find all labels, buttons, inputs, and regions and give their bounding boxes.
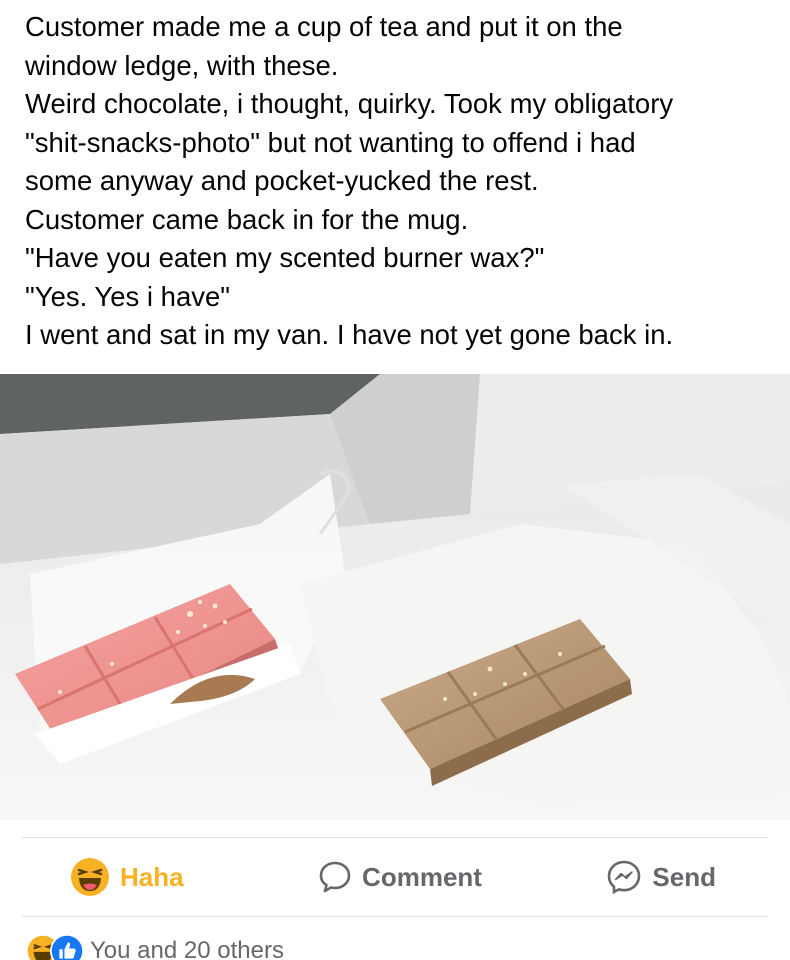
- post-line: Weird chocolate, i thought, quirky. Took…: [25, 88, 674, 119]
- post-line: some anyway and pocket-yucked the rest.: [25, 165, 539, 196]
- post-line: Customer made me a cup of tea and put it…: [25, 11, 623, 42]
- haha-icon: [71, 858, 109, 896]
- wax-melts-photo: [0, 374, 790, 820]
- reaction-icons: [26, 934, 90, 960]
- haha-button[interactable]: Haha: [70, 857, 184, 897]
- reaction-summary[interactable]: You and 20 others: [26, 934, 284, 960]
- post-line: I went and sat in my van. I have not yet…: [25, 319, 674, 350]
- like-icon: [50, 934, 84, 960]
- comment-label: Comment: [362, 861, 482, 892]
- messenger-icon: [608, 860, 641, 895]
- post-photo[interactable]: [0, 374, 790, 820]
- post-text: Customer made me a cup of tea and put it…: [25, 8, 775, 355]
- post-line: Customer came back in for the mug.: [25, 203, 469, 235]
- haha-label: Haha: [120, 861, 184, 892]
- post-action-bar: Haha Comment Send: [22, 837, 768, 917]
- post-line: window ledge, with these.: [25, 49, 339, 81]
- comment-button[interactable]: Comment: [318, 860, 482, 894]
- reaction-count-text: You and 20 others: [90, 937, 284, 960]
- send-label: Send: [652, 861, 716, 892]
- post-line: "Yes. Yes i have": [25, 280, 231, 312]
- send-button[interactable]: Send: [606, 859, 716, 895]
- post-line: "shit-snacks-photo" but not wanting to o…: [25, 126, 636, 158]
- post-line: "Have you eaten my scented burner wax?": [25, 242, 545, 273]
- comment-icon: [319, 861, 351, 893]
